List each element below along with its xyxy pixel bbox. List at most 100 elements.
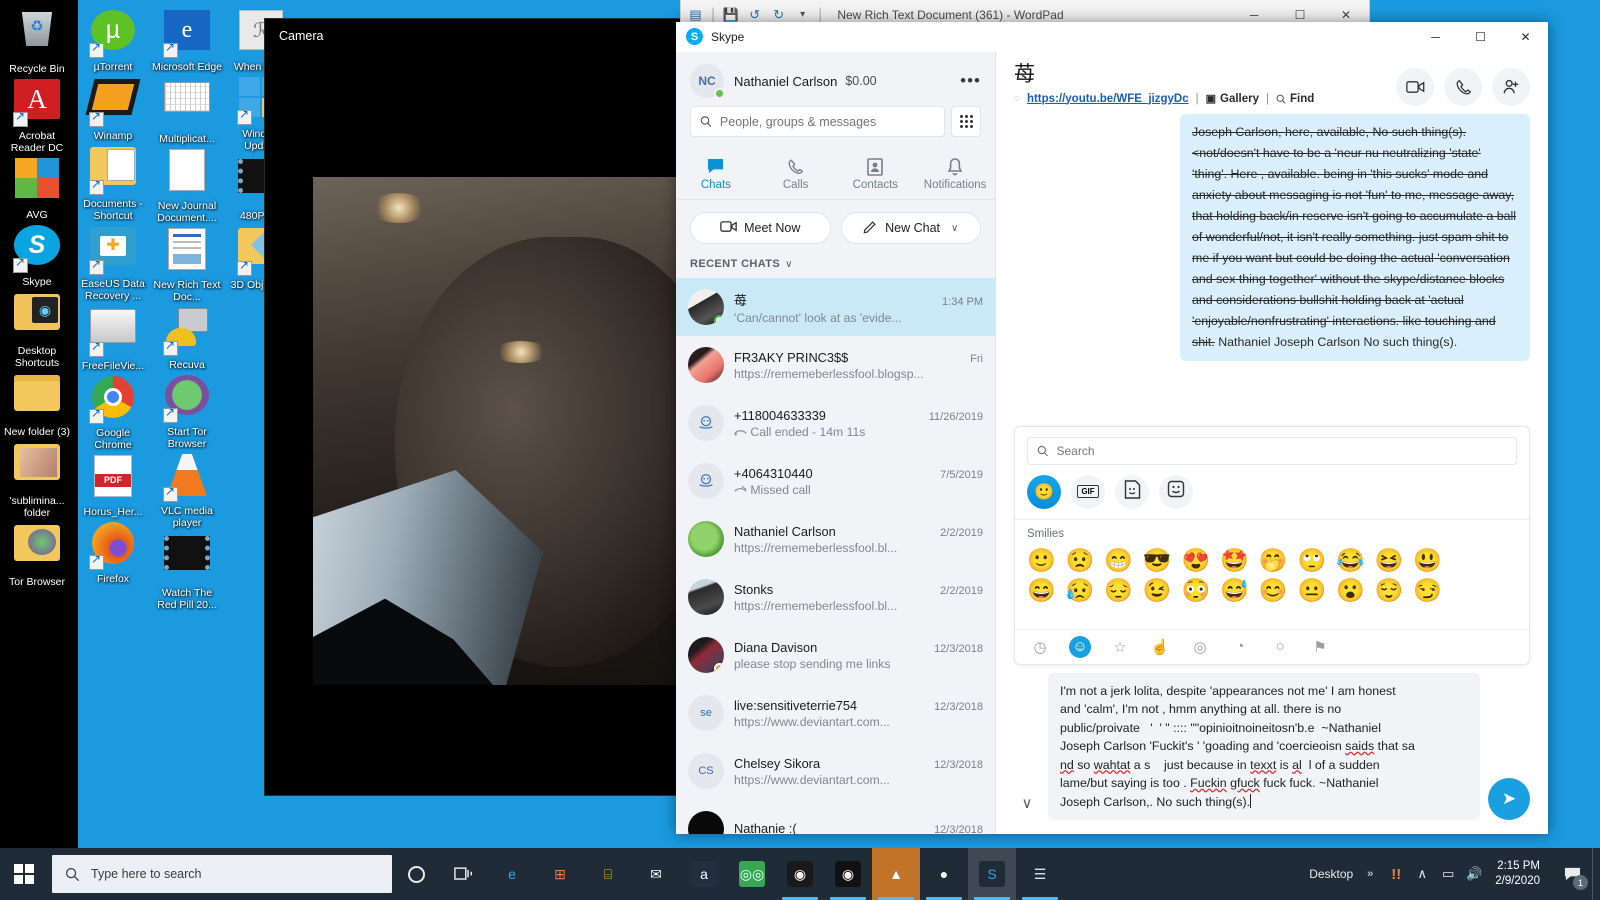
emoji-grid-row-1[interactable]: 🙂 😟 😁 😎 😍 🤩 🤭 🙄 😂 😆 😃 xyxy=(1027,545,1517,575)
skype-maximize-button[interactable]: ☐ xyxy=(1458,22,1503,52)
tab-calls[interactable]: Calls xyxy=(756,149,836,199)
profile-row[interactable]: NC Nathaniel Carlson $0.00 ••• xyxy=(676,52,995,106)
emoji-item[interactable]: 😉 xyxy=(1143,575,1172,605)
animals-category[interactable]: ◔ xyxy=(1229,636,1251,658)
sticker-tab[interactable] xyxy=(1115,474,1149,509)
desktop-icon-horus-her[interactable]: PDF Horus_Her... xyxy=(76,455,150,518)
dialpad-button[interactable] xyxy=(951,106,981,137)
taskbar-app-amazon[interactable]: a xyxy=(680,848,728,900)
avatar[interactable] xyxy=(688,289,724,325)
taskbar-app-mail[interactable]: ✉ xyxy=(632,848,680,900)
avatar[interactable] xyxy=(688,463,724,499)
task-view-button[interactable] xyxy=(440,848,488,900)
conversation-link[interactable]: https://youtu.be/WFE_jizgyDc xyxy=(1027,93,1189,105)
emoji-tab[interactable]: 🙂 xyxy=(1027,474,1061,509)
avatar[interactable]: se xyxy=(688,695,724,731)
tab-chats[interactable]: Chats xyxy=(676,149,756,199)
emoji-item[interactable]: 😔 xyxy=(1104,575,1133,605)
gif-tab[interactable]: GIF xyxy=(1071,474,1105,509)
clock[interactable]: 2:15 PM 2/9/2020 xyxy=(1487,859,1552,889)
battery-icon[interactable]: ▭ xyxy=(1435,848,1461,900)
desktop-icon-easeus-data-recovery[interactable]: ✚ EaseUS Data Recovery ... xyxy=(76,227,150,302)
desktop-icon-vlc-media-player[interactable]: VLC media player xyxy=(150,454,224,529)
emoji-item[interactable]: 🙂 xyxy=(1027,545,1056,575)
chat-list-item[interactable]: CS Chelsey Sikora 12/3/2018 https://www.dev… xyxy=(676,742,995,800)
avatar[interactable] xyxy=(688,405,724,441)
desktop-icon-freefilevie[interactable]: FreeFileVie... xyxy=(76,309,150,372)
chat-list-item[interactable]: 苺 1:34 PM 'Can/cannot' look at as 'evide..… xyxy=(676,278,995,336)
recent-category[interactable]: ◷ xyxy=(1029,636,1051,658)
search-input[interactable] xyxy=(719,114,935,129)
meet-now-button[interactable]: Meet Now xyxy=(690,212,831,244)
chat-list-item[interactable]: +118004633339 11/26/2019 Call ended - 14m… xyxy=(676,394,995,452)
emoji-item[interactable]: 😅 xyxy=(1220,575,1249,605)
desktop-icon-new-rich-text-doc[interactable]: New Rich Text Doc... xyxy=(150,228,224,303)
emoji-grid-row-2[interactable]: 😄 😥 😔 😉 😳 😅 😊 😐 😮 😌 😏 xyxy=(1027,575,1517,605)
search-box[interactable] xyxy=(690,106,945,137)
emoji-search-input[interactable] xyxy=(1056,443,1507,458)
customize-icon[interactable]: ▾ xyxy=(794,6,811,23)
emoji-item[interactable]: 😳 xyxy=(1182,575,1211,605)
save-icon[interactable]: 💾 xyxy=(722,6,739,23)
chat-list-item[interactable]: Nathaniel Carlson 2/2/2019 https://rememeb… xyxy=(676,510,995,568)
camera-window[interactable]: Camera xyxy=(264,18,685,796)
avatar[interactable] xyxy=(688,347,724,383)
gallery-button[interactable]: ▣ Gallery xyxy=(1206,92,1259,106)
message-input[interactable]: I'm not a jerk lolita, despite 'appearan… xyxy=(1048,672,1480,820)
emoji-item[interactable]: 😟 xyxy=(1066,545,1095,575)
undo-icon[interactable]: ↺ xyxy=(746,6,763,23)
chat-list-item[interactable]: +4064310440 7/5/2019 Missed call xyxy=(676,452,995,510)
desktop-icon-start-tor-browser[interactable]: Start Tor Browser xyxy=(150,375,224,450)
start-button[interactable] xyxy=(0,848,48,900)
emoji-search-box[interactable] xyxy=(1027,436,1517,465)
desktop-icon-multiplicat[interactable]: Multiplicat... xyxy=(150,82,224,145)
emoji-item[interactable]: 😃 xyxy=(1413,545,1442,575)
emoji-item[interactable]: 😁 xyxy=(1104,545,1133,575)
desktop-icon-recuva[interactable]: Recuva xyxy=(150,308,224,371)
emoji-picker[interactable]: 🙂 GIF Smilies 🙂 😟 😁 😎 😍 🤩 🤭 🙄 😂 😆 😃 😄 😥 😔 😉 😳 😅 😊 😐 😮 😌 😏 ◷ ☺ ☆… xyxy=(1014,425,1530,665)
avatar[interactable] xyxy=(688,579,724,615)
emoji-item[interactable]: 😥 xyxy=(1066,575,1095,605)
desktop-icon-microsoft-edge[interactable]: e Microsoft Edge xyxy=(150,10,224,73)
taskbar-app-vlc[interactable]: ▲ xyxy=(872,848,920,900)
avg-tray-icon[interactable]: !! xyxy=(1383,848,1409,900)
chat-list-item[interactable]: Nathanie :(12/3/2018 xyxy=(676,800,995,834)
taskbar-app-file-explorer[interactable]: ⌸ xyxy=(584,848,632,900)
emoji-item[interactable]: 😍 xyxy=(1182,545,1211,575)
desktop-icon-new-journal-document[interactable]: New Journal Document.... xyxy=(150,149,224,224)
chat-list[interactable]: 苺 1:34 PM 'Can/cannot' look at as 'evide..… xyxy=(676,278,995,834)
nature-category[interactable]: ☆ xyxy=(1109,636,1131,658)
action-center-button[interactable]: 1 xyxy=(1552,848,1592,900)
emoji-item[interactable]: 😆 xyxy=(1375,545,1404,575)
desktop-icon-recycle-bin[interactable]: ♻ Recycle Bin xyxy=(0,12,74,75)
desktop-icon-winamp[interactable]: Winamp xyxy=(76,79,150,142)
taskbar-app-edge[interactable]: e xyxy=(488,848,536,900)
emoji-item[interactable]: 😄 xyxy=(1027,575,1056,605)
avatar[interactable] xyxy=(688,521,724,557)
video-call-button[interactable] xyxy=(1396,68,1434,106)
skype-close-button[interactable]: ✕ xyxy=(1503,22,1548,52)
desktop-icon-avg[interactable]: AVG xyxy=(0,158,74,221)
avatar[interactable] xyxy=(688,637,724,673)
emoji-scroll-area[interactable]: Smilies 🙂 😟 😁 😎 😍 🤩 🤭 🙄 😂 😆 😃 😄 😥 😔 😉 😳 😅 😊 😐 😮 😌 😏 xyxy=(1015,518,1529,629)
show-desktop-button[interactable] xyxy=(1592,848,1600,900)
skype-minimize-button[interactable]: ─ xyxy=(1413,22,1458,52)
gestures-category[interactable]: ☝ xyxy=(1149,636,1171,658)
desktop-icon-documents-shortcut[interactable]: Documents - Shortcut xyxy=(76,147,150,222)
profile-more-button[interactable]: ••• xyxy=(960,71,981,91)
message-bubble[interactable]: Joseph Carlson, here, available, No such… xyxy=(1180,114,1530,361)
taskbar-app-skype[interactable]: S xyxy=(968,848,1016,900)
cortana-button[interactable] xyxy=(392,848,440,900)
desktop-icon-torrent[interactable]: µ µTorrent xyxy=(76,10,150,73)
tab-contacts[interactable]: Contacts xyxy=(836,149,916,199)
avatar[interactable]: NC xyxy=(690,64,725,99)
desktop-icon-desktop-shortcuts[interactable]: ◉ Desktop Shortcuts xyxy=(0,294,74,369)
tray-overflow-icon[interactable]: » xyxy=(1357,848,1383,900)
desktop-icon-watch-the-red-pill-20[interactable]: Watch The Red Pill 20... xyxy=(150,536,224,611)
taskbar-app-tripadvisor[interactable]: ◎◎ xyxy=(728,848,776,900)
avatar[interactable] xyxy=(688,811,724,834)
emoji-item[interactable]: 😊 xyxy=(1259,575,1288,605)
skype-window[interactable]: S Skype ─ ☐ ✕ NC Nathaniel Carlson $0.00… xyxy=(676,22,1548,834)
volume-icon[interactable]: 🔊 xyxy=(1461,848,1487,900)
audio-call-button[interactable] xyxy=(1444,68,1482,106)
